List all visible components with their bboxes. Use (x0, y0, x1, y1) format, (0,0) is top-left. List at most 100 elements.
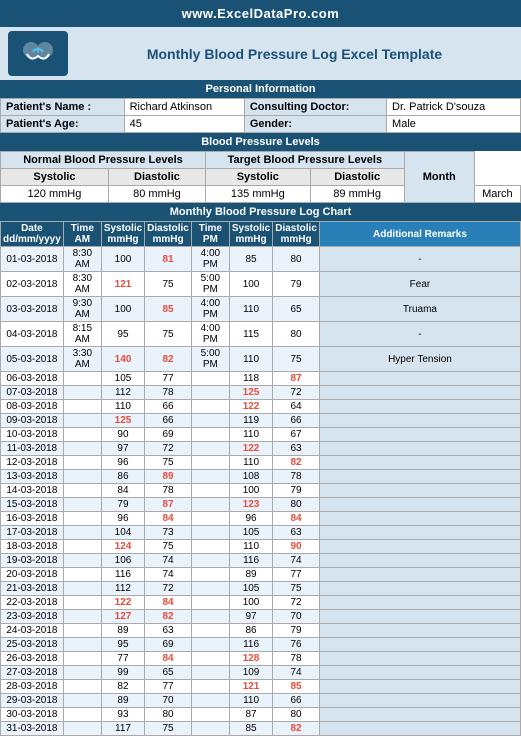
diastolic-pm-cell: 87 (273, 372, 320, 386)
log-table-body: 01-03-20188:30 AM100814:00 PM8580-02-03-… (1, 247, 521, 736)
time-am-cell (63, 680, 101, 694)
normal-systolic-label: Systolic (1, 169, 109, 186)
time-pm-cell (191, 442, 229, 456)
date-cell: 22-03-2018 (1, 596, 64, 610)
remark-cell (319, 428, 520, 442)
diastolic-am-cell: 75 (145, 322, 192, 347)
remark-cell (319, 414, 520, 428)
month-value: March (474, 186, 520, 203)
time-pm-cell (191, 428, 229, 442)
log-table-row: 01-03-20188:30 AM100814:00 PM8580- (1, 247, 521, 272)
diastolic-am-cell: 72 (145, 582, 192, 596)
diastolic-am-cell: 77 (145, 372, 192, 386)
log-table-row: 30-03-201893808780 (1, 708, 521, 722)
remark-cell (319, 400, 520, 414)
time-pm-cell (191, 582, 229, 596)
diastolic-am-cell: 75 (145, 456, 192, 470)
remark-cell (319, 666, 520, 680)
time-am-cell (63, 442, 101, 456)
remark-cell: - (319, 322, 520, 347)
diastolic-pm-cell: 70 (273, 610, 320, 624)
date-cell: 23-03-2018 (1, 610, 64, 624)
date-cell: 09-03-2018 (1, 414, 64, 428)
log-table-row: 19-03-20181067411674 (1, 554, 521, 568)
diastolic-pm-cell: 75 (273, 347, 320, 372)
systolic-am-cell: 95 (101, 322, 144, 347)
time-am-cell (63, 596, 101, 610)
diastolic-am-cell: 75 (145, 540, 192, 554)
systolic-pm-cell: 125 (229, 386, 272, 400)
time-am-cell (63, 540, 101, 554)
log-table-row: 21-03-20181127210575 (1, 582, 521, 596)
systolic-pm-cell: 119 (229, 414, 272, 428)
time-pm-cell (191, 414, 229, 428)
diastolic-am-cell: 75 (145, 722, 192, 736)
time-am-col-header: TimeAM (63, 222, 101, 247)
time-pm-cell: 4:00 PM (191, 322, 229, 347)
time-am-cell (63, 554, 101, 568)
time-am-cell (63, 694, 101, 708)
systolic-pm-cell: 87 (229, 708, 272, 722)
date-cell: 29-03-2018 (1, 694, 64, 708)
date-cell: 20-03-2018 (1, 568, 64, 582)
diastolic-am-cell: 72 (145, 442, 192, 456)
systolic-pm-cell: 128 (229, 652, 272, 666)
remark-cell (319, 442, 520, 456)
remark-cell (319, 568, 520, 582)
gender-value: Male (387, 116, 521, 133)
patient-name-label: Patient's Name : (1, 99, 125, 116)
systolic-am-cell: 106 (101, 554, 144, 568)
date-cell: 06-03-2018 (1, 372, 64, 386)
remark-cell (319, 456, 520, 470)
systolic-pm-cell: 110 (229, 428, 272, 442)
systolic-pm-cell: 116 (229, 638, 272, 652)
date-cell: 24-03-2018 (1, 624, 64, 638)
time-am-cell (63, 624, 101, 638)
time-am-cell: 8:15 AM (63, 322, 101, 347)
log-table-row: 11-03-2018977212263 (1, 442, 521, 456)
log-table-row: 28-03-2018827712185 (1, 680, 521, 694)
log-table-row: 27-03-2018996510974 (1, 666, 521, 680)
date-cell: 28-03-2018 (1, 680, 64, 694)
diastolic-pm-cell: 80 (273, 322, 320, 347)
log-table-row: 06-03-20181057711887 (1, 372, 521, 386)
systolic-pm-cell: 115 (229, 322, 272, 347)
date-cell: 19-03-2018 (1, 554, 64, 568)
log-table-row: 20-03-2018116748977 (1, 568, 521, 582)
date-cell: 30-03-2018 (1, 708, 64, 722)
log-table-row: 08-03-20181106612264 (1, 400, 521, 414)
bp-levels-header: Blood Pressure Levels (0, 133, 521, 151)
systolic-pm-cell: 86 (229, 624, 272, 638)
log-table-row: 16-03-201896849684 (1, 512, 521, 526)
website-header: www.ExcelDataPro.com (0, 0, 521, 27)
remark-cell (319, 526, 520, 540)
systolic-pm-cell: 121 (229, 680, 272, 694)
date-cell: 14-03-2018 (1, 484, 64, 498)
time-pm-cell (191, 680, 229, 694)
remark-cell: Fear (319, 272, 520, 297)
diastolic-am-cell: 87 (145, 498, 192, 512)
diastolic-pm-cell: 66 (273, 414, 320, 428)
diastolic-pm-cell: 72 (273, 596, 320, 610)
time-am-cell (63, 582, 101, 596)
time-pm-cell (191, 568, 229, 582)
remark-cell (319, 554, 520, 568)
title-row: Monthly Blood Pressure Log Excel Templat… (0, 27, 521, 80)
remark-cell (319, 596, 520, 610)
bp-levels-table: Normal Blood Pressure Levels Target Bloo… (0, 151, 521, 203)
time-am-cell (63, 372, 101, 386)
systolic-am-cell: 82 (101, 680, 144, 694)
date-cell: 05-03-2018 (1, 347, 64, 372)
time-pm-cell (191, 540, 229, 554)
remark-cell (319, 372, 520, 386)
systolic-am-cell: 97 (101, 442, 144, 456)
remark-cell (319, 680, 520, 694)
diastolic-pm-cell: 64 (273, 400, 320, 414)
systolic-am-cell: 86 (101, 470, 144, 484)
date-cell: 26-03-2018 (1, 652, 64, 666)
diastolic-am-cell: 77 (145, 680, 192, 694)
time-am-cell (63, 400, 101, 414)
diastolic-am-cell: 65 (145, 666, 192, 680)
remark-cell (319, 610, 520, 624)
diastolic-pm-cell: 90 (273, 540, 320, 554)
